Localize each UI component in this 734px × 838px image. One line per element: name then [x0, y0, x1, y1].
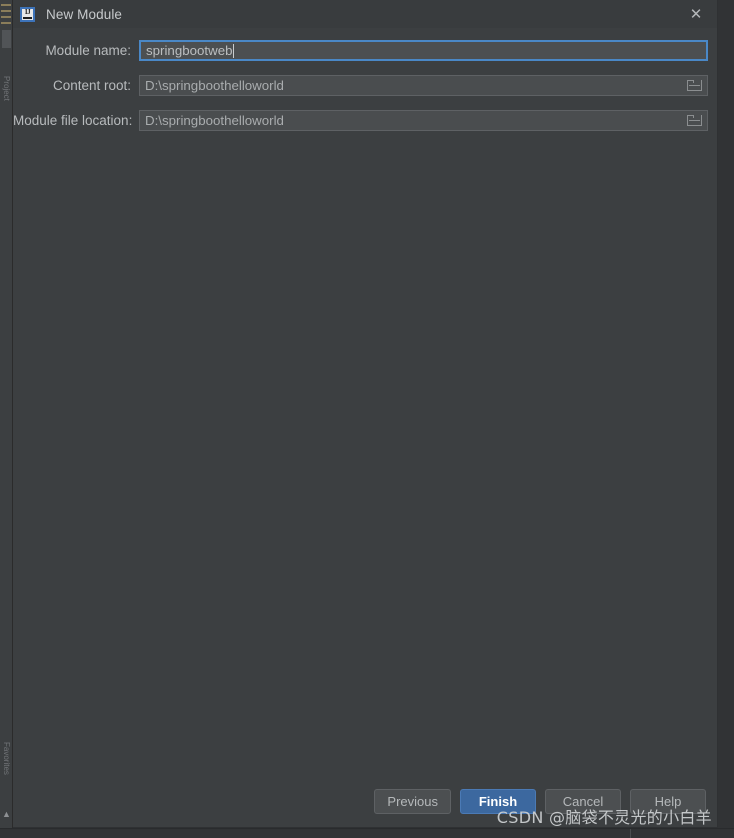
dialog-content-area: [13, 145, 717, 775]
label-module-file-location: Module file location:: [13, 113, 133, 128]
dialog-form: Module name: springbootweb Content root:…: [13, 28, 717, 145]
form-row-module-name: Module name: springbootweb: [13, 40, 717, 61]
ide-status-bar: [0, 828, 734, 838]
ide-left-tool-strip: Project Favorites ▲: [0, 0, 13, 828]
strip-mark: [1, 10, 11, 12]
form-row-module-file-location: Module file location: D:\springboothello…: [13, 110, 717, 131]
form-row-content-root: Content root: D:\springboothelloworld: [13, 75, 717, 96]
intellij-idea-icon: [20, 6, 35, 22]
folder-icon: [686, 115, 702, 126]
ide-right-edge: [718, 0, 734, 828]
module-file-location-value: D:\springboothelloworld: [145, 113, 284, 128]
strip-mark: [1, 22, 11, 24]
previous-button[interactable]: Previous: [374, 788, 451, 814]
dialog-title: New Module: [46, 6, 123, 22]
content-root-value: D:\springboothelloworld: [145, 78, 284, 93]
dialog-button-bar: Previous Finish Cancel Help CSDN @脑袋不灵光的…: [13, 775, 717, 827]
module-name-input[interactable]: springbootweb: [139, 40, 708, 61]
dialog-titlebar: New Module ✕: [13, 0, 717, 28]
strip-mark: [1, 4, 11, 6]
tool-window-button-favorites[interactable]: Favorites: [1, 742, 12, 775]
tool-window-button-project[interactable]: Project: [1, 76, 12, 101]
watermark-text: CSDN @脑袋不灵光的小白羊: [496, 808, 712, 827]
label-module-name: Module name:: [45, 43, 131, 58]
module-file-location-input[interactable]: D:\springboothelloworld: [139, 110, 708, 131]
screen-root: Project Favorites ▲ New Module ✕ Module …: [0, 0, 734, 838]
module-file-location-browse-button[interactable]: [683, 112, 705, 129]
label-content-root: Content root:: [52, 78, 131, 93]
module-name-value: springbootweb: [146, 43, 233, 58]
folder-icon: [686, 80, 702, 91]
close-icon[interactable]: ✕: [687, 5, 705, 23]
text-caret: [232, 43, 234, 58]
new-module-dialog: New Module ✕ Module name: springbootweb …: [13, 0, 718, 828]
chevron-icon: ▲: [2, 809, 11, 819]
strip-tick: [2, 30, 11, 48]
content-root-input[interactable]: D:\springboothelloworld: [139, 75, 708, 96]
content-root-browse-button[interactable]: [683, 77, 705, 94]
status-bar-divider: [630, 829, 631, 838]
strip-mark: [1, 16, 11, 18]
